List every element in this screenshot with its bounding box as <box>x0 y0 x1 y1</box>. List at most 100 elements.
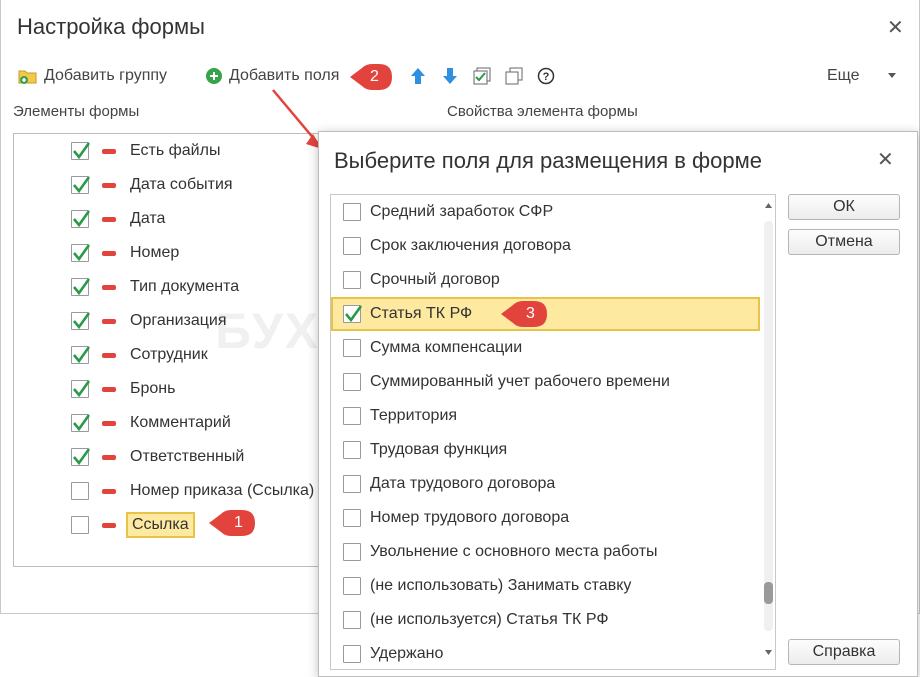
check-all-button[interactable] <box>471 65 493 87</box>
plus-circle-icon <box>206 68 222 84</box>
field-row[interactable]: Удержано <box>331 637 775 669</box>
remove-icon[interactable] <box>102 285 116 290</box>
element-checkbox[interactable] <box>71 142 91 160</box>
more-menu-button[interactable]: Еще <box>827 65 860 87</box>
fields-list[interactable]: Средний заработок СФР Срок заключения дог… <box>330 194 776 670</box>
field-label: Территория <box>370 407 458 424</box>
help-dialog-button[interactable]: Справка <box>788 639 900 665</box>
field-row[interactable]: (не использовать) Занимать ставку <box>331 569 775 603</box>
add-group-button[interactable]: Добавить группу <box>18 65 167 87</box>
field-row[interactable]: (не используется) Статья ТК РФ <box>331 603 775 637</box>
element-checkbox[interactable] <box>71 312 91 330</box>
element-label: Номер <box>130 244 180 261</box>
scroll-track[interactable] <box>764 221 773 631</box>
form-element-row[interactable]: Дата <box>14 202 330 236</box>
dropdown-arrow-icon <box>888 73 896 78</box>
field-row[interactable]: Трудовая функция <box>331 433 775 467</box>
element-label: Номер приказа (Ссылка) <box>130 482 315 499</box>
svg-text:?: ? <box>543 71 550 83</box>
form-element-row[interactable]: Номер приказа (Ссылка) <box>14 474 330 508</box>
field-checkbox[interactable] <box>343 373 361 391</box>
form-element-row[interactable]: Ответственный <box>14 440 330 474</box>
element-checkbox[interactable] <box>71 346 91 364</box>
callout-1-number: 1 <box>234 514 243 531</box>
element-checkbox[interactable] <box>71 414 91 432</box>
copy-button[interactable] <box>503 65 525 87</box>
remove-icon[interactable] <box>102 489 116 494</box>
form-element-row[interactable]: Номер <box>14 236 330 270</box>
element-label: Дата <box>130 210 166 227</box>
field-row[interactable]: Срок заключения договора <box>331 229 775 263</box>
move-down-button[interactable] <box>439 65 461 87</box>
field-row[interactable]: Номер трудового договора <box>331 501 775 535</box>
form-element-row[interactable]: Ссылка <box>14 508 330 542</box>
element-checkbox[interactable] <box>71 278 91 296</box>
form-element-row[interactable]: Бронь <box>14 372 330 406</box>
scroll-thumb[interactable] <box>764 582 773 604</box>
element-checkbox[interactable] <box>71 448 91 466</box>
field-row[interactable]: Сумма компенсации <box>331 331 775 365</box>
form-element-row[interactable]: Комментарий <box>14 406 330 440</box>
cancel-button[interactable]: Отмена <box>788 229 900 255</box>
element-checkbox[interactable] <box>71 516 89 534</box>
field-checkbox[interactable] <box>343 577 361 595</box>
ok-button[interactable]: ОК <box>788 194 900 220</box>
field-checkbox[interactable] <box>343 509 361 527</box>
field-checkbox[interactable] <box>343 543 361 561</box>
field-label: Суммированный учет рабочего времени <box>370 373 670 390</box>
field-checkbox[interactable] <box>343 441 361 459</box>
remove-icon[interactable] <box>102 251 116 256</box>
remove-icon[interactable] <box>102 149 116 154</box>
remove-icon[interactable] <box>102 455 116 460</box>
remove-icon[interactable] <box>102 353 116 358</box>
dialog-close-icon[interactable]: ✕ <box>877 150 894 170</box>
field-checkbox[interactable] <box>343 645 361 663</box>
window-close-icon[interactable]: ✕ <box>887 18 904 38</box>
field-row[interactable]: Дата трудового договора <box>331 467 775 501</box>
callout-2: 2 <box>348 62 394 92</box>
form-element-row[interactable]: Есть файлы <box>14 134 330 168</box>
element-checkbox[interactable] <box>71 244 91 262</box>
element-checkbox[interactable] <box>71 482 89 500</box>
element-checkbox[interactable] <box>71 380 91 398</box>
select-fields-dialog: Выберите поля для размещения в форме ✕ С… <box>318 131 918 677</box>
field-checkbox[interactable] <box>343 305 363 323</box>
field-checkbox[interactable] <box>343 611 361 629</box>
scrollbar[interactable] <box>762 195 775 669</box>
form-element-row[interactable]: Дата события <box>14 168 330 202</box>
check-all-icon <box>473 67 491 85</box>
remove-icon[interactable] <box>102 183 116 188</box>
help-button[interactable]: ? <box>535 65 557 87</box>
help-icon: ? <box>537 67 555 85</box>
remove-icon[interactable] <box>102 421 116 426</box>
field-checkbox[interactable] <box>343 271 361 289</box>
field-checkbox[interactable] <box>343 203 361 221</box>
remove-icon[interactable] <box>102 319 116 324</box>
more-label: Еще <box>827 67 860 84</box>
field-label: Срочный договор <box>370 271 500 288</box>
field-checkbox[interactable] <box>343 407 361 425</box>
more-dropdown-button[interactable] <box>881 65 903 87</box>
form-element-row[interactable]: Тип документа <box>14 270 330 304</box>
remove-icon[interactable] <box>102 387 116 392</box>
field-row[interactable]: Срочный договор <box>331 263 775 297</box>
element-label: Бронь <box>130 380 176 397</box>
field-checkbox[interactable] <box>343 339 361 357</box>
scroll-up-icon[interactable] <box>765 203 772 208</box>
element-checkbox[interactable] <box>71 176 91 194</box>
field-row[interactable]: Увольнение с основного места работы <box>331 535 775 569</box>
element-properties-label: Свойства элемента формы <box>447 103 638 120</box>
move-up-button[interactable] <box>407 65 429 87</box>
field-checkbox[interactable] <box>343 237 361 255</box>
field-row[interactable]: Средний заработок СФР <box>331 195 775 229</box>
remove-icon[interactable] <box>102 217 116 222</box>
field-row[interactable]: Территория <box>331 399 775 433</box>
field-label: (не используется) Статья ТК РФ <box>370 611 609 628</box>
remove-icon[interactable] <box>102 523 116 528</box>
scroll-down-icon[interactable] <box>765 650 772 655</box>
field-checkbox[interactable] <box>343 475 361 493</box>
field-row[interactable]: Суммированный учет рабочего времени <box>331 365 775 399</box>
element-checkbox[interactable] <box>71 210 91 228</box>
dialog-title: Выберите поля для размещения в форме <box>334 148 762 173</box>
add-fields-button[interactable]: Добавить поля <box>205 65 339 87</box>
